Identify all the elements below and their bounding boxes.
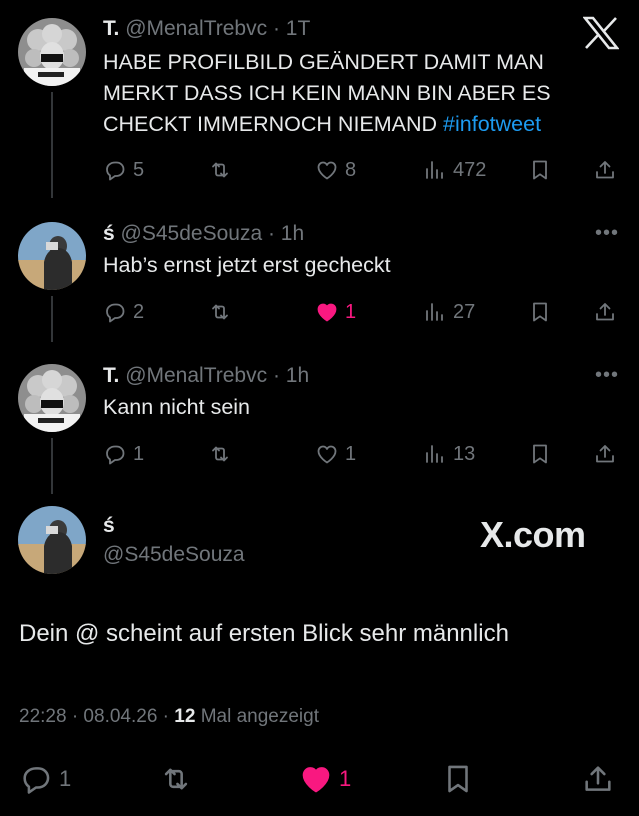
bookmark-button[interactable] [528,297,552,327]
view-count: 12 [174,706,196,727]
reply-button[interactable]: 1 [103,439,144,469]
main-tweet-text: Dein @ scheint auf ersten Blick sehr män… [19,620,509,647]
reply-button[interactable]: 2 [103,297,144,327]
reply-icon [19,762,53,796]
action-bar: 2 1 27 [103,297,623,327]
thread-line [51,296,53,342]
heart-icon [315,158,339,182]
action-bar: 5 8 472 [103,155,623,185]
reply-icon [103,300,127,324]
share-icon [593,300,617,324]
watermark: X.com [480,514,586,555]
retweet-icon [208,442,232,466]
thread-line [51,438,53,494]
bookmark-button[interactable] [528,155,552,185]
bookmark-icon [528,158,552,182]
display-name[interactable]: ś [103,222,115,245]
retweet-button[interactable] [208,155,238,185]
views-button[interactable]: 472 [423,155,486,185]
avatar[interactable] [18,364,86,432]
views-icon [423,442,447,466]
timestamp[interactable]: · 1h [273,364,309,387]
retweet-icon [159,762,193,796]
timestamp[interactable]: · 1T [273,17,310,40]
tweet-text: Kann nicht sein [103,395,251,419]
like-button[interactable]: 8 [315,155,356,185]
share-icon [593,442,617,466]
share-button[interactable] [593,155,617,185]
retweet-button[interactable] [159,760,193,798]
handle[interactable]: @S45deSouza [103,543,245,567]
retweet-icon [208,158,232,182]
retweet-button[interactable] [208,439,238,469]
bookmark-button[interactable] [528,439,552,469]
views-icon [423,300,447,324]
share-button[interactable] [593,439,617,469]
tweet-text: Hab’s ernst jetzt erst gecheckt [103,253,391,277]
like-button[interactable]: 1 [299,760,351,798]
hashtag-link[interactable]: #infotweet [443,112,541,136]
avatar[interactable] [18,506,86,574]
views-label: Mal angezeigt [195,706,319,727]
views-button[interactable]: 13 [423,439,475,469]
reply-icon [103,442,127,466]
thread-line [51,92,53,198]
share-button[interactable] [581,760,615,798]
bookmark-icon [528,300,552,324]
avatar[interactable] [18,18,86,86]
timestamp[interactable]: · 1h [268,222,304,245]
tweet-header: T. @MenalTrebvc · 1h [103,364,309,388]
share-icon [593,158,617,182]
reply-button[interactable]: 5 [103,155,144,185]
display-name[interactable]: T. [103,17,119,40]
tweet-meta: 22:28 · 08.04.26 · 12 Mal angezeigt [19,706,319,728]
heart-icon [315,442,339,466]
retweet-button[interactable] [208,297,238,327]
reply-button[interactable]: 1 [19,760,71,798]
share-button[interactable] [593,297,617,327]
handle[interactable]: @MenalTrebvc [125,17,267,40]
main-action-bar: 1 1 [19,760,619,798]
heart-icon [315,300,339,324]
bookmark-icon [528,442,552,466]
handle[interactable]: @S45deSouza [121,222,263,245]
x-logo-icon[interactable] [583,16,619,50]
more-icon[interactable]: ••• [595,364,619,387]
bookmark-icon [441,762,475,796]
display-name[interactable]: ś [103,514,115,538]
heart-icon [299,762,333,796]
avatar[interactable] [18,222,86,290]
views-icon [423,158,447,182]
views-button[interactable]: 27 [423,297,475,327]
tweet-text: HABE PROFILBILD GEÄNDERT DAMIT MAN MERKT… [103,50,551,136]
tweet-header: T. @MenalTrebvc · 1T [103,17,310,41]
action-bar: 1 1 13 [103,439,623,469]
display-name[interactable]: T. [103,364,119,387]
handle[interactable]: @MenalTrebvc [125,364,267,387]
more-icon[interactable]: ••• [595,222,619,245]
tweet-header: ś @S45deSouza · 1h [103,222,304,246]
share-icon [581,762,615,796]
retweet-icon [208,300,232,324]
like-button[interactable]: 1 [315,297,356,327]
timestamp[interactable]: 22:28 · 08.04.26 · [19,706,174,727]
reply-icon [103,158,127,182]
bookmark-button[interactable] [441,760,475,798]
like-button[interactable]: 1 [315,439,356,469]
